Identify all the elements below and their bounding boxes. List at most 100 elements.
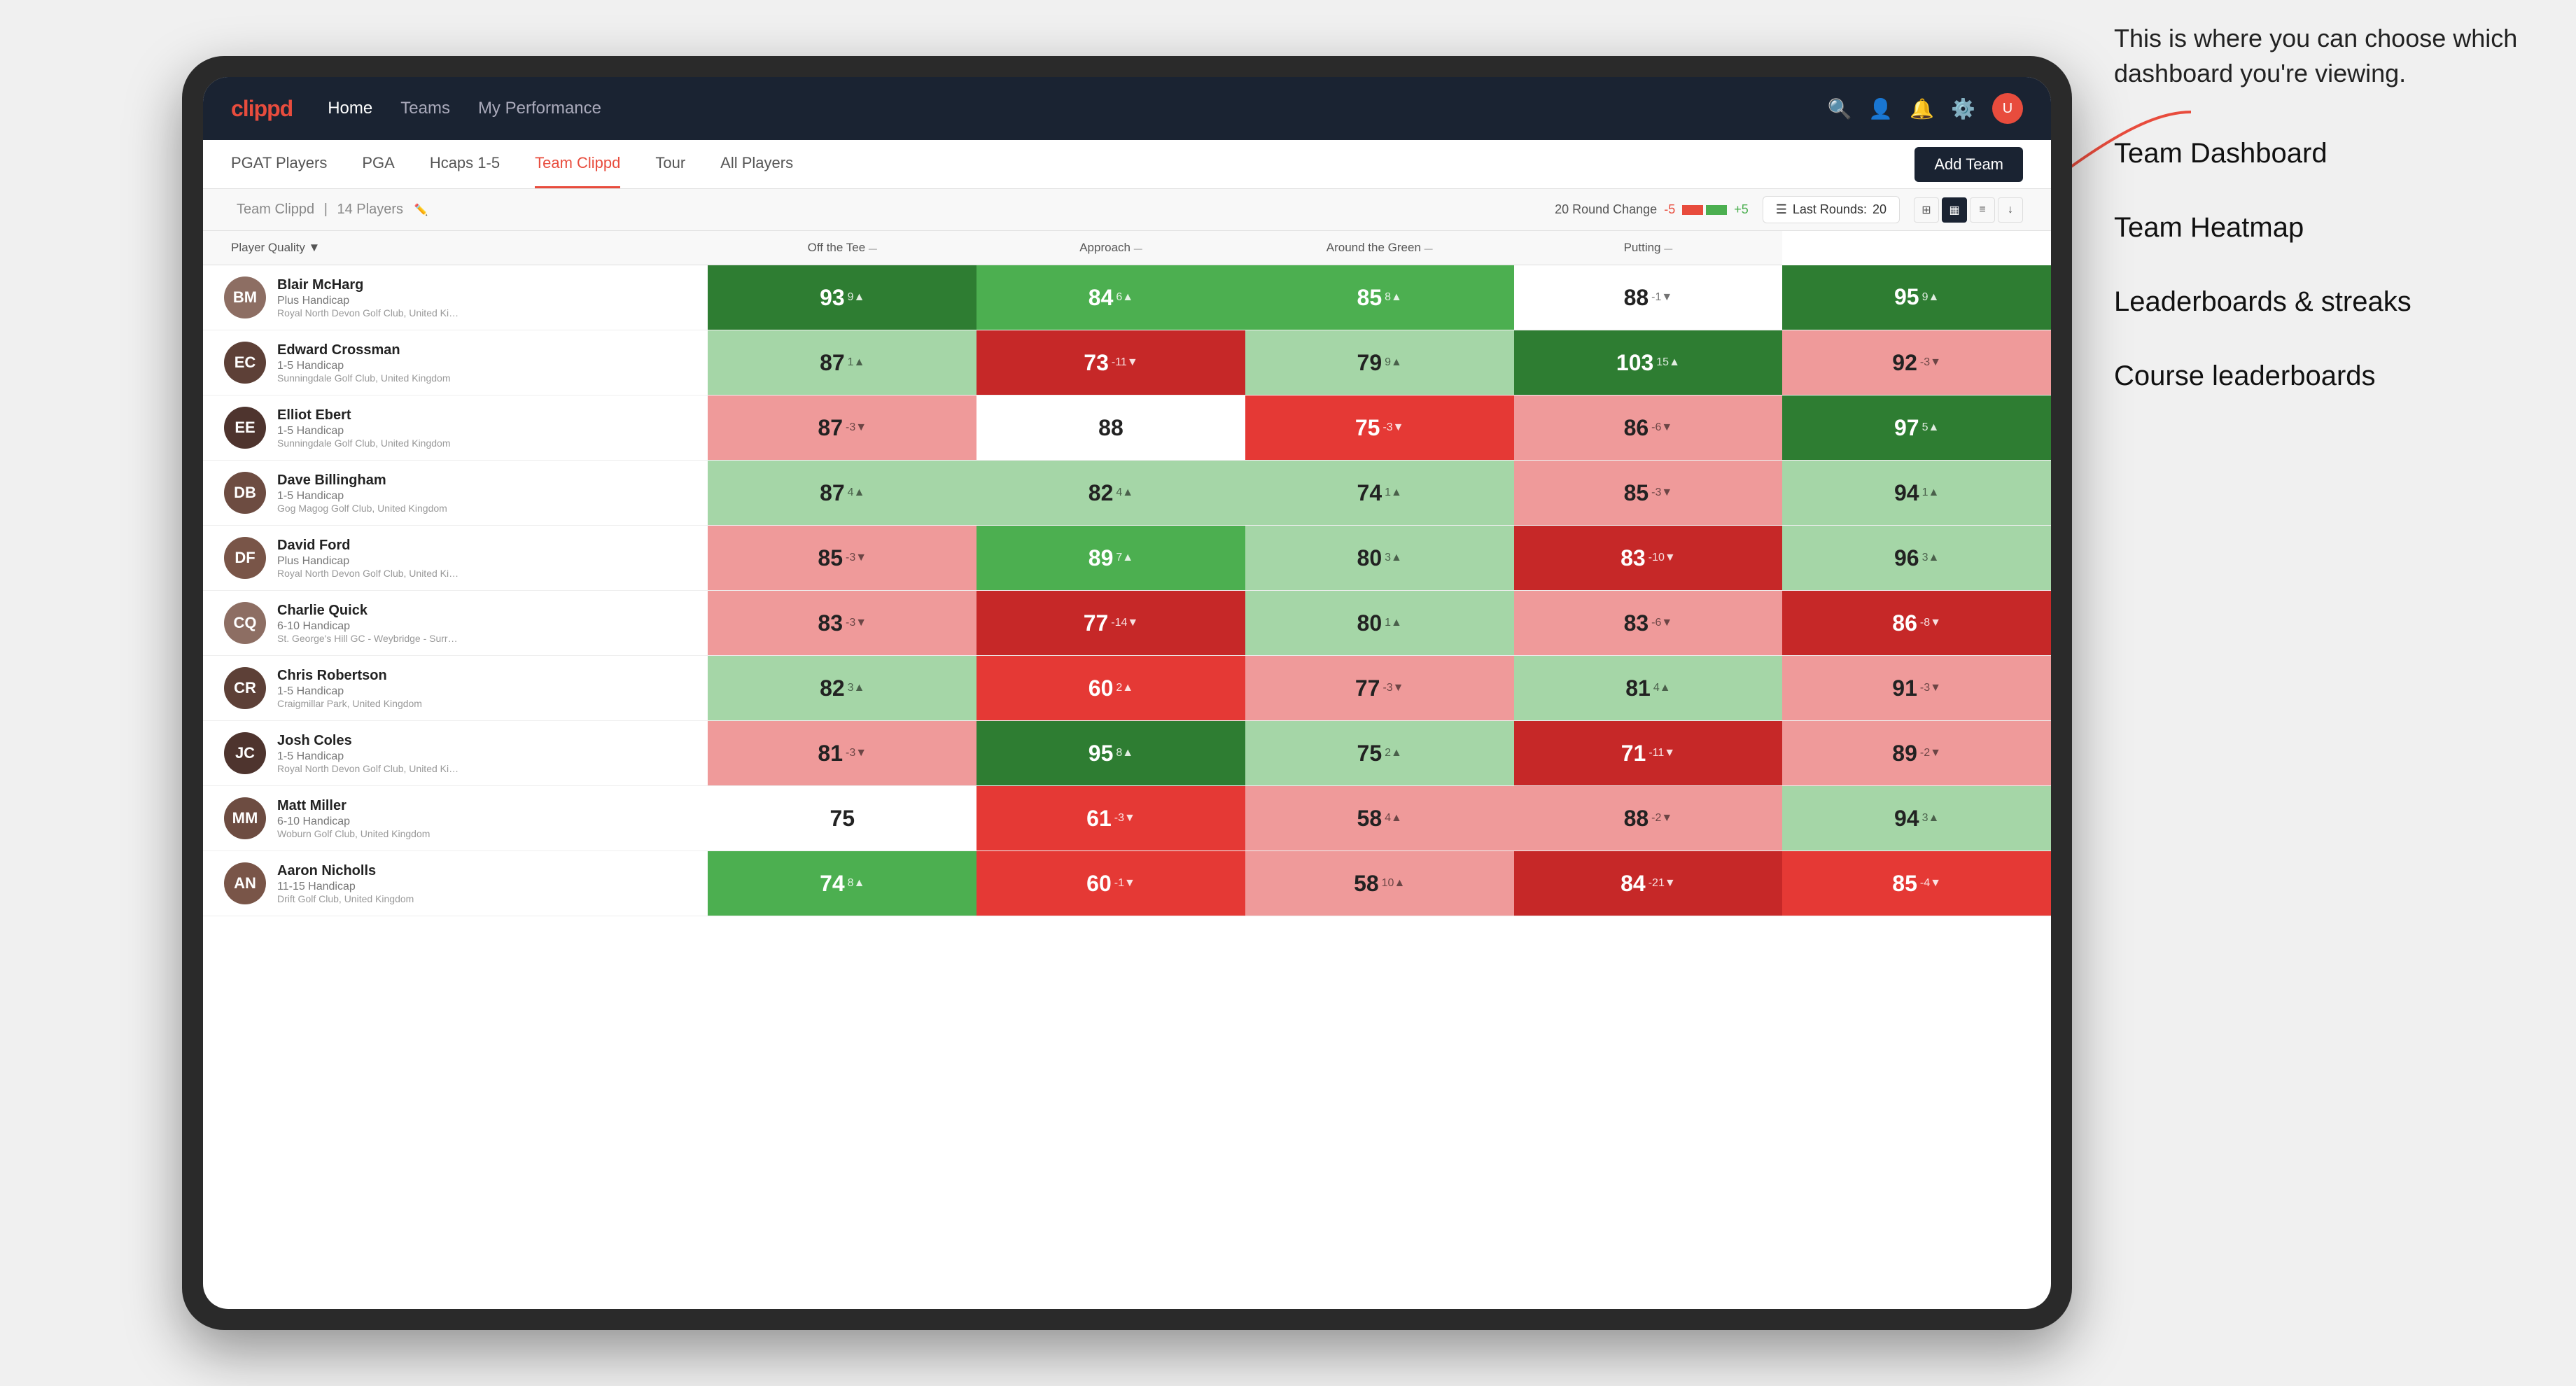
grid-view-icon[interactable]: ⊞ [1914, 197, 1939, 223]
metric-change: 1▲ [1922, 486, 1940, 499]
metric-change: -2▼ [1920, 747, 1941, 760]
settings-icon[interactable]: ⚙️ [1951, 97, 1975, 120]
metric-inner: 83 -3▼ [708, 591, 976, 655]
nav-item-teams[interactable]: Teams [400, 99, 450, 118]
metric-change: 8▲ [1385, 291, 1402, 304]
player-handicap: 6-10 Handicap [277, 816, 430, 828]
metric-change: -3▼ [1651, 486, 1672, 499]
player-club: Royal North Devon Golf Club, United King… [277, 763, 459, 774]
player-avatar: CR [224, 667, 266, 709]
player-name: Blair McHarg [277, 277, 459, 293]
tab-hcaps[interactable]: Hcaps 1-5 [430, 140, 500, 188]
table-row[interactable]: DB Dave Billingham 1-5 Handicap Gog Mago… [203, 461, 2051, 526]
metric-score: 95 [1894, 284, 1919, 310]
sort-arrow-green[interactable]: — [1424, 244, 1433, 253]
metric-change: -21▼ [1648, 877, 1676, 890]
add-team-button[interactable]: Add Team [1914, 147, 2023, 182]
tab-pgat-players[interactable]: PGAT Players [231, 140, 327, 188]
edit-icon[interactable]: ✏️ [414, 204, 428, 216]
metric-change: -3▼ [846, 747, 867, 760]
heatmap-view-icon[interactable]: ▦ [1942, 197, 1967, 223]
metric-change: 9▲ [848, 291, 865, 304]
player-avatar: BM [224, 276, 266, 318]
table-row[interactable]: CR Chris Robertson 1-5 Handicap Craigmil… [203, 656, 2051, 721]
metric-change: 9▲ [1385, 356, 1402, 369]
metric-approach: 80 3▲ [1245, 526, 1514, 591]
table-row[interactable]: EE Elliot Ebert 1-5 Handicap Sunningdale… [203, 396, 2051, 461]
player-count: | 14 Players [324, 202, 403, 217]
metric-player_quality: 87 1▲ [708, 330, 976, 396]
metric-change: 8▲ [848, 877, 865, 890]
sort-arrow-putting[interactable]: — [1664, 244, 1672, 253]
table-row[interactable]: EC Edward Crossman 1-5 Handicap Sunningd… [203, 330, 2051, 396]
nav-item-home[interactable]: Home [328, 99, 372, 118]
sort-arrow-approach[interactable]: — [1134, 244, 1142, 253]
table-row[interactable]: AN Aaron Nicholls 11-15 Handicap Drift G… [203, 851, 2051, 916]
metric-inner: 81 4▲ [1514, 656, 1783, 720]
annotation-item-2: Leaderboards & streaks [2114, 282, 2534, 321]
metric-score: 87 [818, 415, 843, 441]
metric-inner: 84 -21▼ [1514, 851, 1783, 916]
player-details: Charlie Quick 6-10 Handicap St. George's… [277, 603, 459, 644]
metric-approach: 58 4▲ [1245, 786, 1514, 851]
metric-change: 4▲ [1116, 486, 1133, 499]
metric-score: 89 [1892, 741, 1917, 766]
table-row[interactable]: CQ Charlie Quick 6-10 Handicap St. Georg… [203, 591, 2051, 656]
metric-inner: 75 [708, 786, 976, 850]
player-club: Royal North Devon Golf Club, United King… [277, 307, 459, 318]
player-club: Royal North Devon Golf Club, United King… [277, 568, 459, 579]
metric-approach: 74 1▲ [1245, 461, 1514, 526]
team-controls: 20 Round Change -5 +5 ☰ Last Rounds: 20 … [1555, 196, 2023, 223]
filter-icon: ☰ [1776, 202, 1787, 217]
download-icon[interactable]: ↓ [1998, 197, 2023, 223]
metric-change: -10▼ [1648, 552, 1676, 564]
sort-arrow[interactable]: ▼ [309, 241, 321, 254]
search-icon[interactable]: 🔍 [1828, 97, 1852, 120]
table-row[interactable]: MM Matt Miller 6-10 Handicap Woburn Golf… [203, 786, 2051, 851]
metric-score: 95 [1088, 741, 1114, 766]
metric-approach: 75 -3▼ [1245, 396, 1514, 461]
annotation-item-3: Course leaderboards [2114, 356, 2534, 396]
table-row[interactable]: DF David Ford Plus Handicap Royal North … [203, 526, 2051, 591]
metric-off_tee: 95 8▲ [976, 721, 1245, 786]
metric-inner: 93 9▲ [708, 265, 976, 330]
metric-score: 77 [1355, 676, 1380, 701]
metric-change: -8▼ [1920, 617, 1941, 629]
table-row[interactable]: JC Josh Coles 1-5 Handicap Royal North D… [203, 721, 2051, 786]
player-tbody: BM Blair McHarg Plus Handicap Royal Nort… [203, 265, 2051, 916]
table-container[interactable]: Player Quality ▼ Off the Tee — Approach … [203, 231, 2051, 1309]
metric-score: 61 [1086, 806, 1112, 832]
metric-change: 3▲ [848, 682, 865, 694]
team-name-label: Team Clippd | 14 Players ✏️ [231, 202, 428, 218]
metric-putting: 92 -3▼ [1782, 330, 2051, 396]
tab-all-players[interactable]: All Players [720, 140, 793, 188]
metric-inner: 81 -3▼ [708, 721, 976, 785]
player-info-cell: EC Edward Crossman 1-5 Handicap Sunningd… [203, 330, 708, 396]
metric-score: 88 [1624, 806, 1649, 832]
nav-item-my-performance[interactable]: My Performance [478, 99, 601, 118]
col-putting: Putting — [1514, 231, 1783, 265]
user-avatar[interactable]: U [1992, 93, 2023, 124]
list-view-icon[interactable]: ≡ [1970, 197, 1995, 223]
metric-change: -3▼ [1382, 682, 1404, 694]
tab-team-clippd[interactable]: Team Clippd [535, 140, 620, 188]
metric-score: 86 [1624, 415, 1649, 441]
last-rounds-label: Last Rounds: [1793, 202, 1867, 217]
tab-tour[interactable]: Tour [655, 140, 685, 188]
person-icon[interactable]: 👤 [1868, 97, 1893, 120]
navbar-icons: 🔍 👤 🔔 ⚙️ U [1828, 93, 2024, 124]
last-rounds-button[interactable]: ☰ Last Rounds: 20 [1763, 196, 1900, 223]
metric-inner: 75 -3▼ [1245, 396, 1514, 460]
bell-icon[interactable]: 🔔 [1910, 97, 1934, 120]
table-row[interactable]: BM Blair McHarg Plus Handicap Royal Nort… [203, 265, 2051, 330]
metric-player_quality: 85 -3▼ [708, 526, 976, 591]
player-handicap: 11-15 Handicap [277, 881, 414, 893]
sort-arrow-tee[interactable]: — [869, 244, 877, 253]
player-handicap: 1-5 Handicap [277, 360, 451, 372]
metric-inner: 74 8▲ [708, 851, 976, 916]
tab-pga[interactable]: PGA [362, 140, 394, 188]
round-change: 20 Round Change -5 +5 [1555, 202, 1749, 217]
metric-inner: 94 3▲ [1782, 786, 2051, 850]
metric-inner: 82 4▲ [976, 461, 1245, 525]
metric-off_tee: 61 -3▼ [976, 786, 1245, 851]
